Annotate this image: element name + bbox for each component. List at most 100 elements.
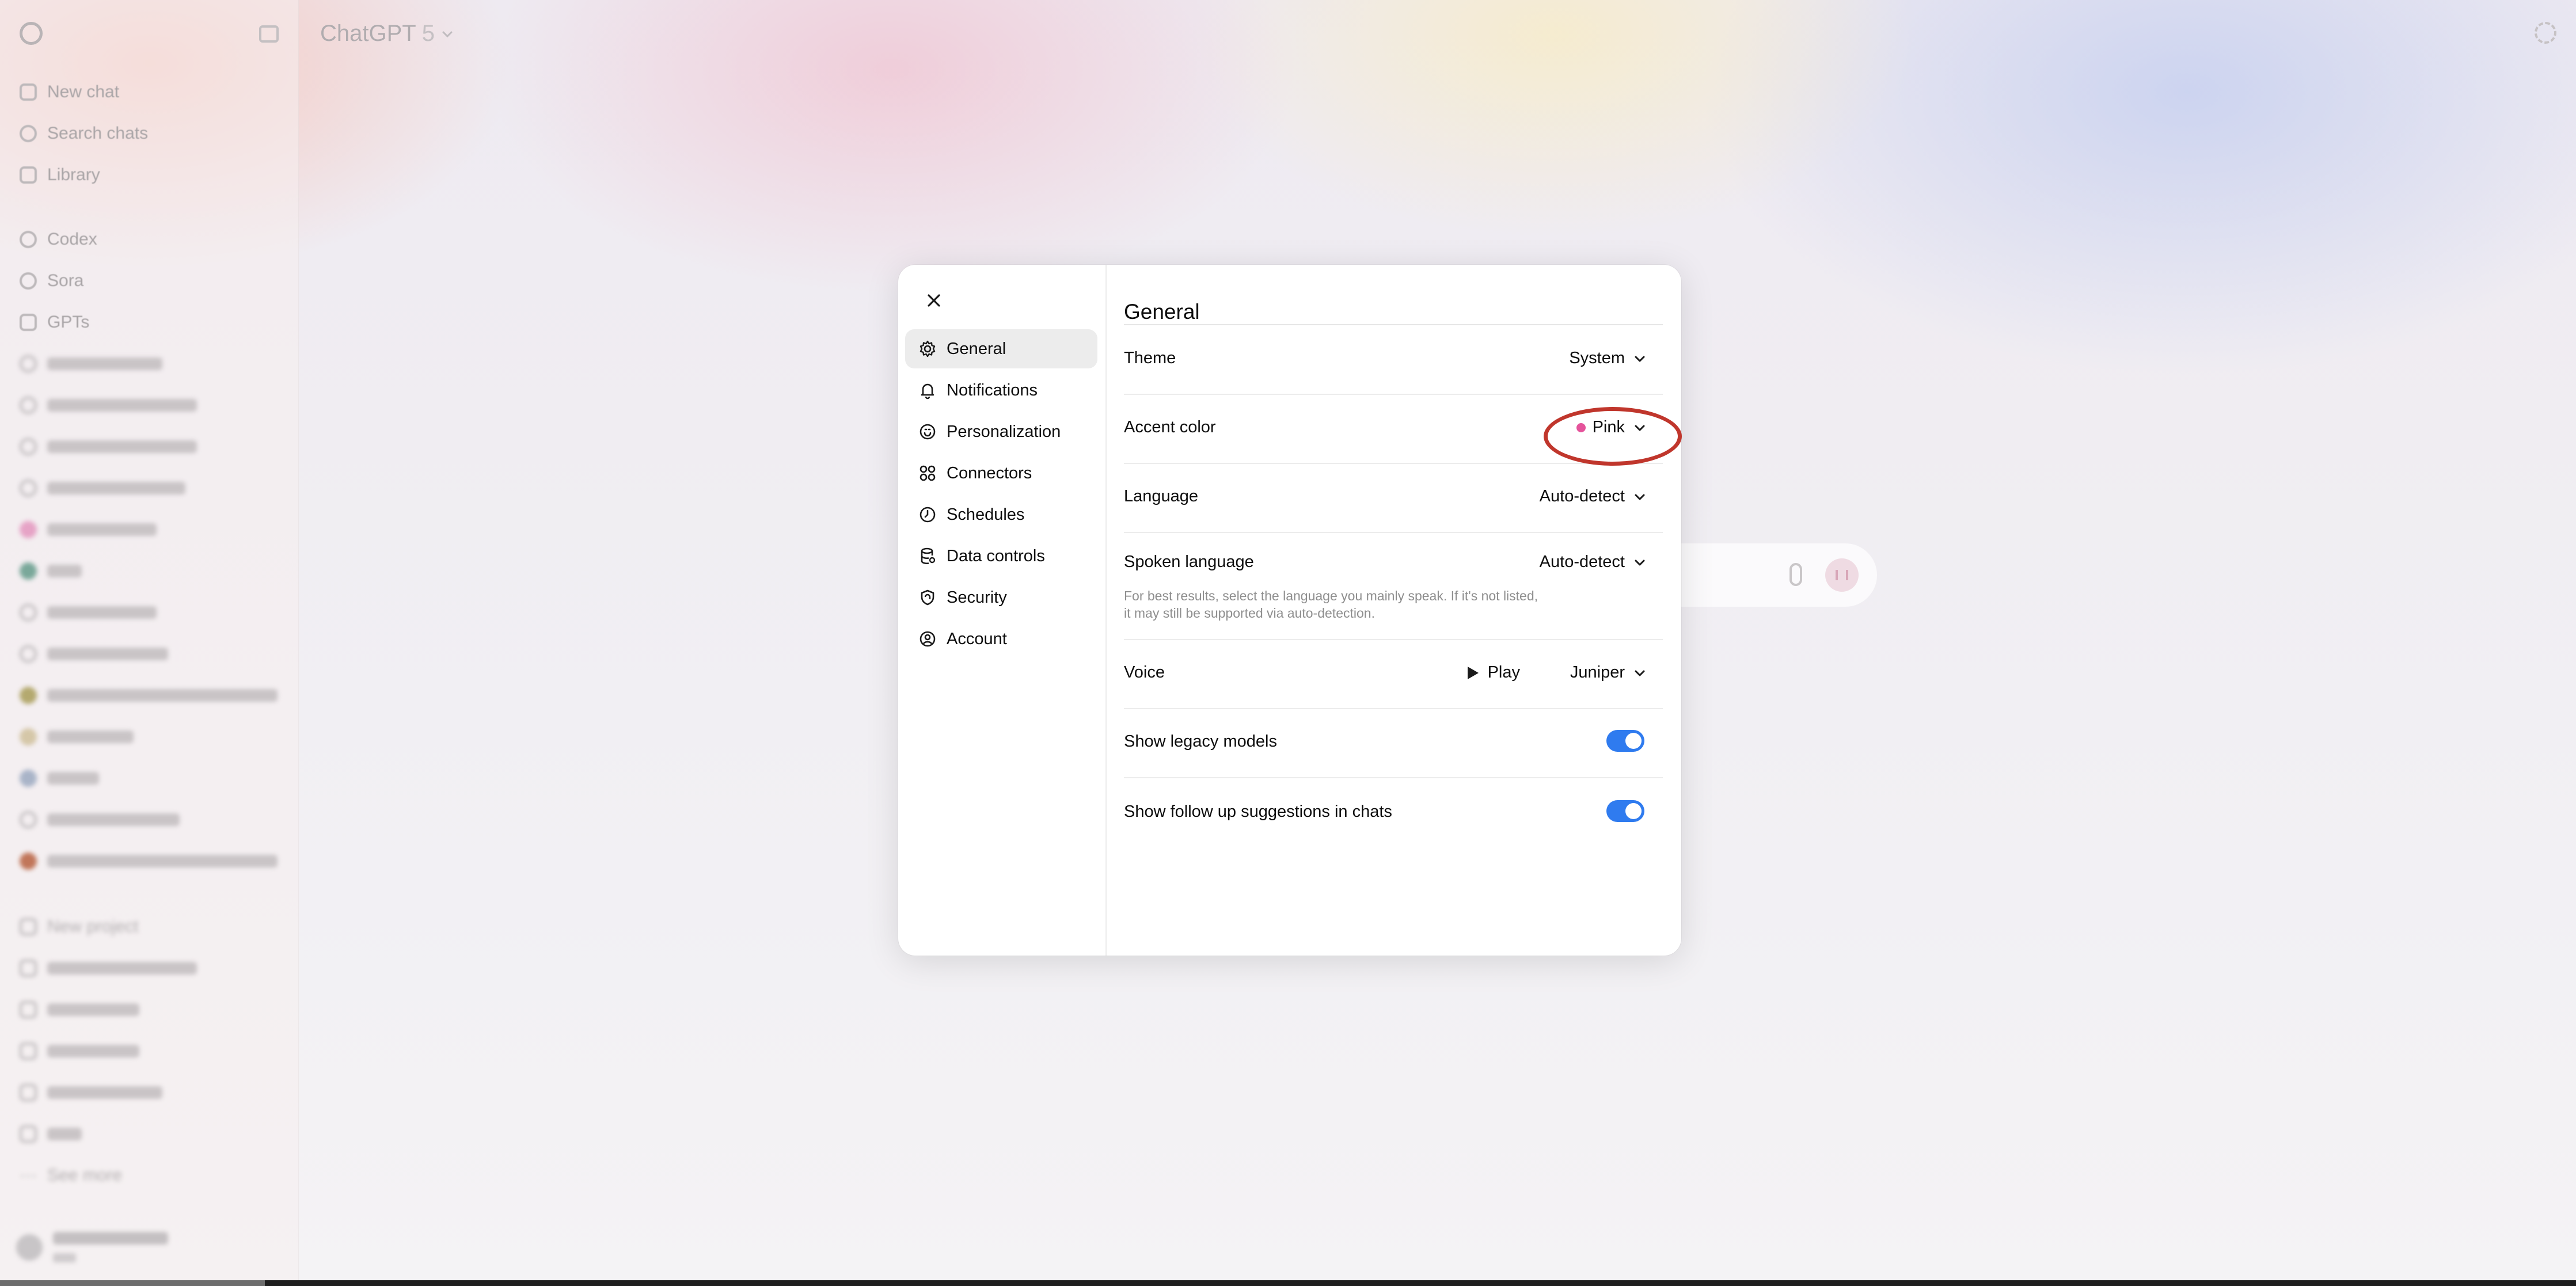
play-icon (1467, 666, 1479, 679)
sidebar-user-profile[interactable] (16, 1232, 168, 1262)
gpt-avatar-icon (20, 853, 37, 870)
sidebar-blurred-project[interactable] (20, 1123, 82, 1146)
search-icon (20, 125, 37, 142)
sidebar-blurred-project[interactable] (20, 957, 197, 980)
sidebar-item-label: Library (47, 165, 100, 184)
voice-mode-icon[interactable] (1825, 558, 1859, 592)
microphone-icon[interactable] (1789, 563, 1802, 586)
temporary-chat-icon[interactable] (2535, 22, 2556, 44)
language-select[interactable]: Auto-detect (1540, 487, 1648, 506)
shield-icon (918, 588, 937, 607)
database-icon (918, 546, 937, 566)
sidebar-blurred-gpt[interactable] (20, 767, 99, 790)
sidebar-item-new-chat[interactable]: New chat (20, 81, 119, 104)
sidebar-toggle-icon[interactable] (259, 25, 279, 43)
spoken-language-value: Auto-detect (1539, 553, 1625, 571)
tab-personalization[interactable]: Personalization (905, 412, 1097, 451)
sidebar-top (20, 22, 279, 47)
tab-label: Account (947, 629, 1007, 648)
follow-up-label: Show follow up suggestions in chats (1124, 802, 1392, 821)
sidebar-item-search-chats[interactable]: Search chats (20, 122, 148, 145)
sidebar-item-new-project[interactable]: New project (20, 915, 138, 938)
chevron-down-icon (1632, 351, 1648, 367)
bell-icon (918, 381, 937, 400)
connectors-icon (918, 463, 937, 483)
sidebar-item-label: New chat (47, 82, 120, 101)
sidebar-blurred-gpt[interactable] (20, 684, 278, 707)
sidebar-item-gpts[interactable]: GPTs (20, 311, 89, 334)
model-selector[interactable]: ChatGPT 5 (320, 21, 454, 47)
folder-icon (20, 960, 37, 977)
toggle-knob (1625, 803, 1642, 819)
close-button[interactable] (918, 284, 950, 317)
sidebar-blurred-gpt[interactable] (20, 477, 185, 500)
sidebar-blurred-gpt[interactable] (20, 518, 157, 541)
sidebar-item-see-more[interactable]: ··· See more (20, 1164, 122, 1187)
library-icon (20, 166, 37, 184)
voice-play-button[interactable]: Play (1466, 663, 1520, 682)
sidebar-blurred-project[interactable] (20, 998, 139, 1021)
openai-logo-icon[interactable] (20, 22, 43, 45)
sidebar-blurred-gpt[interactable] (20, 642, 168, 665)
tab-connectors[interactable]: Connectors (905, 454, 1097, 493)
sidebar-blurred-gpt[interactable] (20, 850, 278, 873)
sidebar-blurred-gpt[interactable] (20, 352, 162, 375)
tab-label: Connectors (947, 463, 1032, 482)
gpt-avatar-icon (20, 770, 37, 787)
sidebar-item-label: Sora (47, 271, 84, 290)
toggle-knob (1625, 733, 1642, 749)
sidebar-item-label: Codex (47, 230, 97, 249)
sidebar-blurred-project[interactable] (20, 1040, 139, 1063)
gpt-avatar-icon (20, 687, 37, 704)
settings-content: General Theme System Accent color Pink L… (1124, 265, 1663, 956)
sidebar-item-library[interactable]: Library (20, 163, 100, 187)
gpt-avatar-icon (20, 811, 37, 828)
tab-schedules[interactable]: Schedules (905, 495, 1097, 534)
legacy-models-toggle[interactable] (1606, 730, 1644, 752)
theme-label: Theme (1124, 349, 1176, 367)
sidebar-blurred-gpt[interactable] (20, 601, 157, 624)
hint-line: it may still be supported via auto-detec… (1124, 606, 1375, 621)
sidebar-blurred-gpt[interactable] (20, 435, 197, 458)
folder-icon (20, 1125, 37, 1143)
divider (1124, 777, 1663, 778)
divider (1124, 463, 1663, 464)
sidebar-blurred-gpt[interactable] (20, 725, 134, 748)
chevron-down-icon (442, 31, 453, 37)
tab-data-controls[interactable]: Data controls (905, 537, 1097, 576)
tab-account[interactable]: Account (905, 619, 1097, 659)
tab-notifications[interactable]: Notifications (905, 371, 1097, 410)
chevron-down-icon (1632, 489, 1648, 505)
language-label: Language (1124, 487, 1199, 505)
close-icon (928, 294, 940, 307)
tab-general[interactable]: General (905, 329, 1097, 368)
spoken-language-select[interactable]: Auto-detect (1540, 553, 1648, 572)
voice-select[interactable]: Juniper (1570, 663, 1648, 682)
sidebar-blurred-project[interactable] (20, 1081, 162, 1104)
language-value: Auto-detect (1539, 487, 1625, 505)
gpt-avatar-icon (20, 438, 37, 455)
annotation-highlight (1544, 407, 1682, 466)
gear-icon (918, 339, 937, 359)
voice-value: Juniper (1570, 663, 1625, 682)
follow-up-toggle[interactable] (1606, 800, 1644, 822)
sidebar-item-codex[interactable]: Codex (20, 228, 97, 251)
sidebar-blurred-gpt[interactable] (20, 394, 197, 417)
tab-label: Notifications (947, 381, 1038, 400)
legacy-models-label: Show legacy models (1124, 732, 1277, 751)
sidebar-blurred-gpt[interactable] (20, 808, 180, 831)
app-title: ChatGPT (320, 21, 416, 46)
voice-play-label: Play (1487, 663, 1520, 682)
divider (1124, 708, 1663, 709)
accent-color-label: Accent color (1124, 418, 1216, 436)
sidebar: New chat Search chats Library Codex Sora… (0, 0, 299, 1286)
tab-security[interactable]: Security (905, 578, 1097, 617)
chat-composer[interactable] (1658, 543, 1877, 607)
gpt-avatar-icon (20, 480, 37, 497)
sidebar-item-sora[interactable]: Sora (20, 269, 83, 292)
voice-label: Voice (1124, 663, 1165, 682)
spoken-language-label: Spoken language (1124, 553, 1254, 571)
grid-icon (20, 314, 37, 331)
sidebar-blurred-gpt[interactable] (20, 560, 82, 583)
theme-select[interactable]: System (1569, 349, 1648, 368)
